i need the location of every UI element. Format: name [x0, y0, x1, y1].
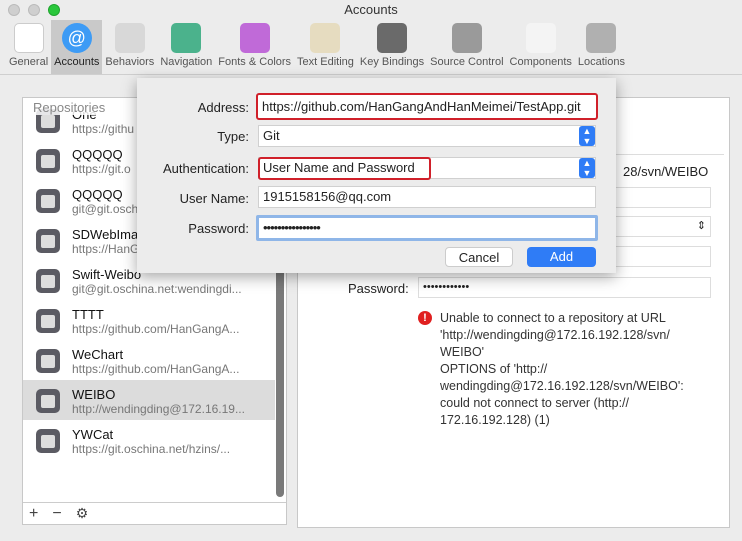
repository-icon — [36, 149, 60, 173]
pencil-icon — [310, 23, 341, 53]
highlight-box — [258, 157, 431, 180]
window-title: Accounts — [344, 2, 398, 17]
username-label: User Name: — [179, 191, 249, 206]
error-line: OPTIONS of 'http:// — [440, 362, 548, 376]
toolbar-label: Source Control — [430, 56, 504, 68]
arrows-icon — [171, 23, 202, 53]
toolbar-label: Key Bindings — [359, 56, 425, 68]
repository-url: https://git.oschina.net/hzins/... — [72, 442, 231, 456]
toolbar-label: Components — [509, 56, 572, 68]
password-label: Password: — [348, 281, 409, 296]
joystick-icon — [586, 23, 617, 53]
toolbar-text-editing[interactable]: Text Editing — [294, 20, 357, 74]
font-icon — [239, 23, 270, 53]
repository-icon — [36, 429, 60, 453]
toolbar-label: Behaviors — [105, 56, 155, 68]
toolbar-components[interactable]: Components — [507, 20, 575, 74]
toolbar-source-control[interactable]: Source Control — [427, 20, 506, 74]
toolbar-label: Accounts — [54, 56, 100, 68]
add-repository-sheet: Address: https://github.com/HanGangAndHa… — [137, 78, 616, 273]
toolbar-label: Navigation — [160, 56, 213, 68]
repository-url: https://github.com/HanGangA... — [72, 362, 240, 376]
password-label: Password: — [188, 221, 249, 236]
at-icon: @ — [61, 23, 92, 53]
close-button[interactable] — [8, 4, 20, 16]
title-bar: Accounts — [0, 0, 742, 20]
error-icon: ! — [418, 311, 432, 325]
repository-icon — [36, 389, 60, 413]
toolbar-key-bindings[interactable]: Key Bindings — [357, 20, 427, 74]
chevron-updown-icon: ▲ ▼ — [579, 126, 595, 146]
repository-name: SDWebIma — [72, 227, 139, 242]
error-line: 'http://wendingding@172.16.192.128/svn/ — [440, 328, 670, 342]
chevron-updown-icon: ▲ ▼ — [579, 158, 595, 178]
add-button[interactable]: Add — [527, 247, 596, 267]
toolbar-label: Locations — [577, 56, 625, 68]
preferences-toolbar: General @ Accounts Behaviors Navigation Fonts… — [0, 20, 742, 75]
keyboard-icon — [377, 23, 408, 53]
toolbar-label: Text Editing — [297, 56, 354, 68]
toolbar-navigation[interactable]: Navigation — [157, 20, 215, 74]
repository-name: QQQQQ — [72, 187, 123, 202]
shield-icon — [525, 23, 556, 53]
repository-row[interactable]: WeChart https://github.com/HanGangA... — [23, 340, 275, 380]
repository-row[interactable]: TTTT https://github.com/HanGangA... — [23, 300, 275, 340]
repository-name: WEIBO — [72, 387, 116, 402]
error-message: Unable to connect to a repository at URL… — [440, 310, 720, 429]
repository-name: QQQQQ — [72, 147, 123, 162]
toolbar-accounts[interactable]: @ Accounts — [51, 20, 103, 74]
minimize-button[interactable] — [28, 4, 40, 16]
toolbar-label: Fonts & Colors — [218, 56, 292, 68]
toolbar-fonts-colors[interactable]: Fonts & Colors — [215, 20, 294, 74]
list-footer: + − ⚙ — [23, 502, 286, 524]
repository-name: TTTT — [72, 307, 104, 322]
authentication-label: Authentication: — [162, 161, 249, 176]
repository-row[interactable]: WEIBO http://wendingding@172.16.19... — [23, 380, 275, 420]
error-line: WEIBO' — [440, 345, 485, 359]
error-line: wendingding@172.16.192.128/svn/WEIBO': — [440, 379, 684, 393]
type-value: Git — [263, 128, 280, 143]
switch-icon — [13, 23, 44, 53]
password-field[interactable]: •••••••••••• — [418, 277, 711, 298]
add-repository-button[interactable]: + — [29, 505, 38, 523]
type-select[interactable]: Git ▲ ▼ — [258, 125, 596, 147]
repository-url: https://github.com/HanGangA... — [72, 322, 240, 336]
repository-icon — [36, 189, 60, 213]
repository-name: WeChart — [72, 347, 124, 362]
error-line: Unable to connect to a repository at URL — [440, 311, 666, 325]
cancel-button[interactable]: Cancel — [445, 247, 513, 267]
remove-repository-button[interactable]: − — [52, 505, 61, 523]
password-input[interactable]: •••••••••••••••• — [256, 215, 598, 241]
type-label: Type: — [217, 129, 249, 144]
toolbar-behaviors[interactable]: Behaviors — [102, 20, 157, 74]
repository-name: YWCat — [72, 427, 114, 442]
toolbar-label: General — [9, 56, 49, 68]
repository-url: git@git.oschina.net:wendingdi... — [72, 282, 242, 296]
repository-icon — [36, 349, 60, 373]
error-line: 172.16.192.128) (1) — [440, 413, 550, 427]
repository-name: Swift-Weibo — [72, 267, 142, 282]
repository-row[interactable]: YWCat https://git.oschina.net/hzins/... — [23, 420, 275, 460]
address-label: Address: — [197, 100, 249, 115]
repository-url: http://wendingding@172.16.19... — [72, 402, 245, 416]
address-value: 28/svn/WEIBO — [623, 164, 709, 179]
repository-icon — [36, 229, 60, 253]
zoom-button[interactable] — [48, 4, 60, 16]
repository-icon — [36, 309, 60, 333]
toolbar-locations[interactable]: Locations — [575, 20, 628, 74]
safe-icon — [451, 23, 482, 53]
toolbar-general[interactable]: General — [6, 20, 51, 74]
settings-gear-icon[interactable]: ⚙ — [76, 505, 89, 522]
address-input[interactable]: https://github.com/HanGangAndHanMeimei/T… — [256, 93, 598, 120]
username-input[interactable]: 1915158156@qq.com — [258, 186, 596, 208]
error-line: could not connect to server (http:// — [440, 396, 629, 410]
repository-icon — [36, 269, 60, 293]
gear-icon — [114, 23, 145, 53]
